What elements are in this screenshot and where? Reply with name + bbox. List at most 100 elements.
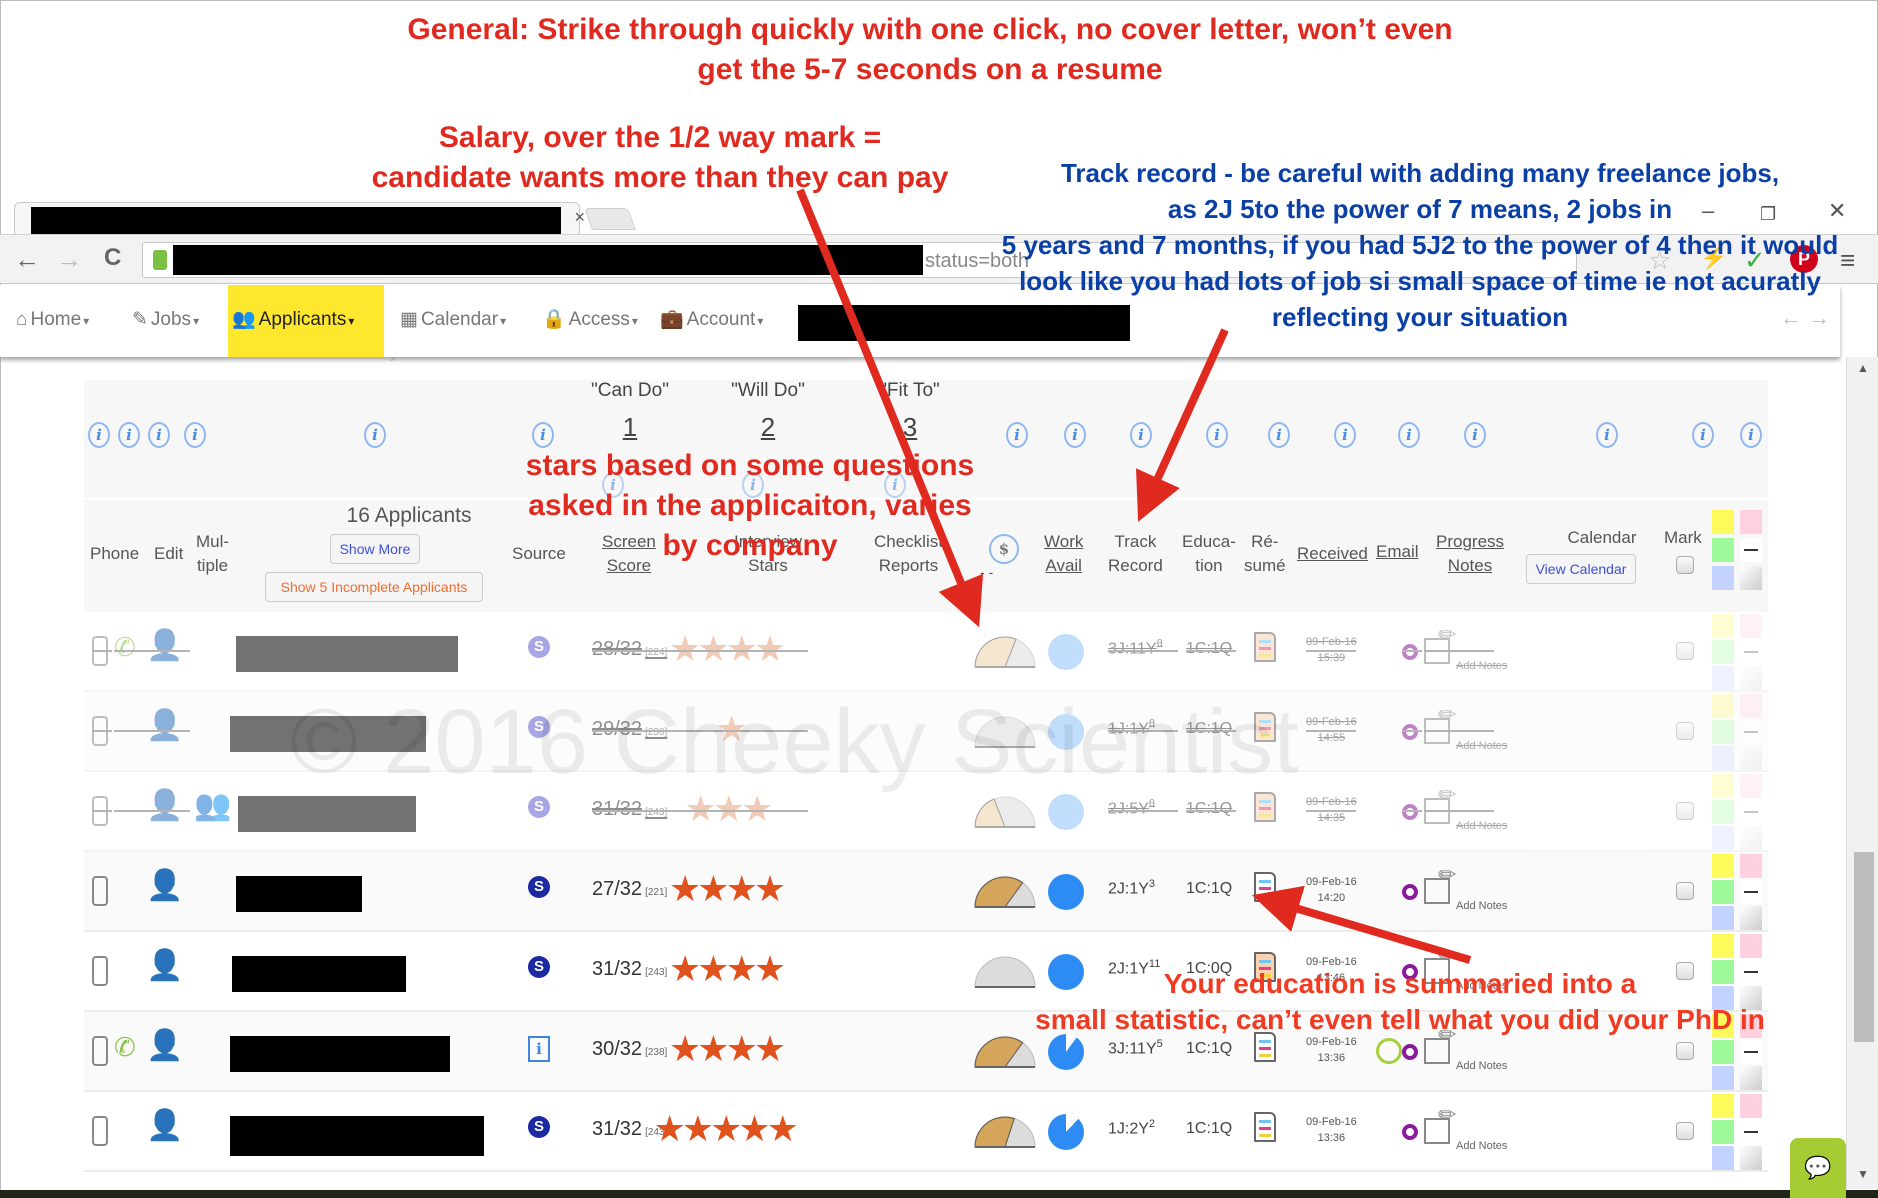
header-received[interactable]: Received [1297, 542, 1368, 566]
multiple-applicants-icon[interactable]: 👥 [194, 788, 231, 823]
nav-applicants[interactable]: 👥 Applicants ▾ [228, 285, 384, 357]
color-swatch[interactable] [1712, 1066, 1734, 1090]
edit-applicant-icon[interactable]: 👤 [146, 628, 183, 663]
nav-home[interactable]: ⌂ Home ▾ [12, 285, 93, 357]
color-swatch[interactable] [1712, 746, 1734, 770]
info-icon[interactable]: i [364, 422, 386, 448]
criteria-number[interactable]: 2 [708, 412, 828, 443]
color-swatch[interactable] [1712, 1040, 1734, 1064]
redacted-applicant-name[interactable] [236, 636, 458, 672]
mark-checkbox[interactable] [1676, 722, 1694, 740]
mark-checkbox[interactable] [1676, 882, 1694, 900]
edit-applicant-icon[interactable]: 👤 [146, 1028, 183, 1063]
color-swatch[interactable] [1740, 614, 1762, 638]
color-swatch[interactable] [1712, 720, 1734, 744]
color-swatch[interactable] [1740, 1094, 1762, 1118]
resume-icon[interactable] [1254, 872, 1276, 902]
resume-icon[interactable] [1254, 712, 1276, 742]
info-icon[interactable]: i [1334, 422, 1356, 448]
swatch-grey[interactable] [1740, 566, 1762, 590]
color-swatch[interactable] [1712, 826, 1734, 850]
email-icon[interactable] [1402, 1124, 1418, 1140]
nav-calendar[interactable]: ▦ Calendar ▾ [396, 285, 510, 357]
mark-all-checkbox[interactable] [1676, 556, 1694, 574]
criteria-fit-to[interactable]: "Fit To" 3 [850, 380, 970, 443]
info-icon[interactable]: i [1130, 422, 1152, 448]
header-progress-notes[interactable]: Progress Notes [1436, 530, 1504, 578]
color-swatch[interactable] [1740, 800, 1762, 824]
scroll-up-icon[interactable]: ▲ [1857, 361, 1869, 375]
email-status-ring[interactable] [1376, 1038, 1402, 1064]
add-notes-link[interactable]: Add Notes [1456, 740, 1507, 752]
email-icon[interactable] [1402, 644, 1418, 660]
redacted-applicant-name[interactable] [232, 956, 406, 992]
color-swatch[interactable] [1712, 880, 1734, 904]
edit-applicant-icon[interactable]: 👤 [146, 948, 183, 983]
criteria-can-do[interactable]: "Can Do" 1 [570, 380, 690, 443]
back-icon[interactable]: ← [14, 244, 40, 275]
color-swatch[interactable] [1740, 934, 1762, 958]
header-email[interactable]: Email [1376, 540, 1419, 564]
browser-tab-active[interactable]: × [14, 202, 585, 235]
resume-icon[interactable] [1254, 792, 1276, 822]
color-swatch[interactable] [1712, 1146, 1734, 1170]
swatch-green[interactable] [1712, 538, 1734, 562]
add-notes-link[interactable]: Add Notes [1456, 660, 1507, 672]
color-swatch[interactable] [1712, 694, 1734, 718]
color-swatch[interactable] [1712, 1120, 1734, 1144]
color-swatch[interactable] [1740, 774, 1762, 798]
mark-checkbox[interactable] [1676, 642, 1694, 660]
color-swatch[interactable] [1740, 666, 1762, 690]
color-swatch[interactable] [1712, 906, 1734, 930]
nav-access[interactable]: 🔒 Access ▾ [538, 285, 642, 357]
edit-applicant-icon[interactable]: 👤 [146, 1108, 183, 1143]
swatch-blue[interactable] [1712, 566, 1734, 590]
color-swatch[interactable] [1712, 854, 1734, 878]
table-row[interactable]: 👤 👥 S 31/32 [243] ★★★ 2J:5Yθ 1C:1Q 09-Feb-16 14:3… [84, 772, 1768, 852]
color-swatch[interactable] [1712, 774, 1734, 798]
edit-applicant-icon[interactable]: 👤 [146, 788, 183, 823]
criteria-will-do[interactable]: "Will Do" 2 [708, 380, 828, 443]
reload-icon[interactable]: C [104, 244, 121, 272]
color-swatch[interactable] [1740, 1040, 1762, 1064]
scroll-thumb[interactable] [1854, 852, 1874, 1042]
add-notes-link[interactable]: Add Notes [1456, 900, 1507, 912]
criteria-number[interactable]: 1 [570, 412, 690, 443]
color-swatch[interactable] [1712, 666, 1734, 690]
info-icon[interactable]: i [1206, 422, 1228, 448]
phone-call-icon[interactable]: ✆ [114, 1032, 136, 1063]
email-icon[interactable] [1402, 884, 1418, 900]
mark-checkbox[interactable] [1676, 1042, 1694, 1060]
phone-icon[interactable] [92, 876, 108, 906]
resume-icon[interactable] [1254, 632, 1276, 662]
email-icon[interactable] [1402, 724, 1418, 740]
info-icon[interactable]: i [1692, 422, 1714, 448]
view-calendar-button[interactable]: View Calendar [1526, 554, 1636, 584]
info-icon[interactable]: i [148, 422, 170, 448]
color-swatch[interactable] [1712, 934, 1734, 958]
color-swatch[interactable] [1740, 880, 1762, 904]
chat-button[interactable]: 💬 [1790, 1138, 1846, 1198]
redacted-applicant-name[interactable] [238, 796, 416, 832]
show-incomplete-button[interactable]: Show 5 Incomplete Applicants [265, 572, 483, 602]
add-notes-link[interactable]: Add Notes [1456, 1140, 1507, 1152]
color-swatch[interactable] [1712, 800, 1734, 824]
info-icon[interactable]: i [1740, 422, 1762, 448]
color-swatch[interactable] [1740, 746, 1762, 770]
swatch-yellow[interactable] [1712, 510, 1734, 534]
nav-account[interactable]: 💼 Account ▾ [656, 285, 767, 357]
email-icon[interactable] [1402, 804, 1418, 820]
nav-jobs[interactable]: ✎ Jobs ▾ [128, 285, 203, 357]
show-more-button[interactable]: Show More [330, 534, 420, 564]
table-row[interactable]: 👤 S 27/32 [221] ★★★★ 2J:1Y3 1C:1Q 09-Feb-16 14:2… [84, 852, 1768, 932]
criteria-number[interactable]: 3 [850, 412, 970, 443]
redacted-applicant-name[interactable] [230, 716, 426, 752]
info-icon[interactable]: i [88, 422, 110, 448]
color-swatch[interactable] [1740, 720, 1762, 744]
info-icon[interactable]: i [1596, 422, 1618, 448]
phone-icon[interactable] [92, 1116, 108, 1146]
color-swatch[interactable] [1740, 694, 1762, 718]
info-icon[interactable]: i [118, 422, 140, 448]
redacted-applicant-name[interactable] [230, 1116, 484, 1156]
color-swatch[interactable] [1740, 1120, 1762, 1144]
